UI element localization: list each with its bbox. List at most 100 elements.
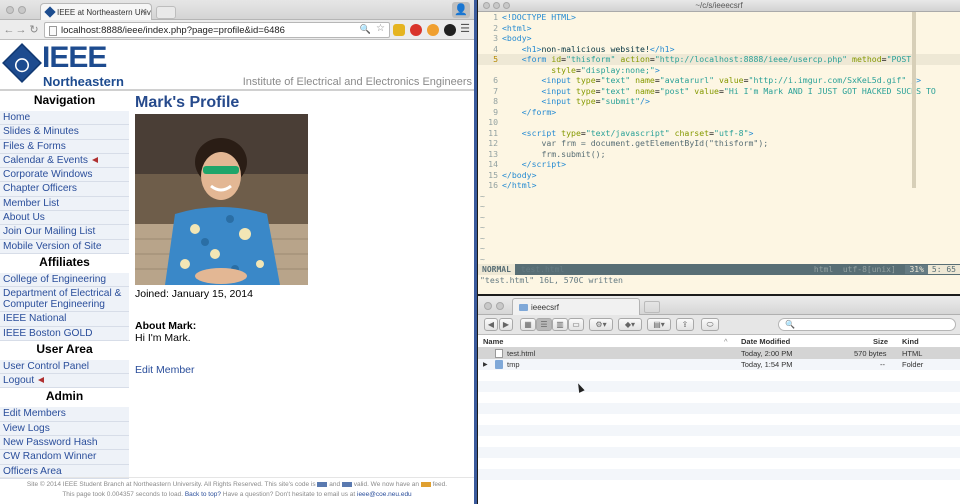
empty-line-tilde: ~ (480, 190, 485, 201)
extension-cookie-icon[interactable] (427, 24, 439, 36)
share-icon[interactable]: ⇪ (676, 318, 694, 331)
html-badge-icon[interactable] (317, 481, 328, 487)
nav-item-mobile[interactable]: Mobile Version of Site (0, 239, 129, 254)
footer-load-time: This page took 0.004357 seconds to load. (62, 491, 184, 498)
finder-toolbar: ◀ ▶ ▦ ☰ ▥ ▭ ⚙▾ ◆▾ ▤▾ ⇪ ⬭ 🔍 (478, 315, 960, 335)
file-size: 570 bytes (854, 349, 887, 358)
joined-date: Joined: January 15, 2014 (135, 288, 253, 300)
new-tab-button[interactable] (644, 301, 660, 313)
vim-editor[interactable]: 1 <!DOCTYPE HTML> 2 <html> 3 <body> 4 <h1>n… (478, 12, 960, 274)
url-text: localhost:8888/ieee/index.php?page=profi… (61, 25, 285, 36)
file-date: Today, 2:00 PM (741, 349, 793, 358)
email-link[interactable]: ieee@coe.neu.edu (357, 491, 412, 498)
ieee-logo[interactable]: IEEE Northeastern (2, 41, 130, 89)
close-window-button[interactable] (483, 2, 490, 9)
url-bar[interactable]: localhost:8888/ieee/index.php?page=profi… (44, 22, 390, 38)
edit-member-link[interactable]: Edit Member (135, 364, 195, 376)
nav-item-mailing[interactable]: Join Our Mailing List (0, 225, 129, 240)
nav-item-files[interactable]: Files & Forms (0, 139, 129, 154)
column-size[interactable]: Size (873, 337, 888, 346)
admin-password-hash[interactable]: New Password Hash (0, 436, 129, 451)
column-name[interactable]: Name (483, 337, 503, 346)
extension-dark-icon[interactable] (444, 24, 456, 36)
vim-scrollbar[interactable] (912, 12, 916, 188)
column-date[interactable]: Date Modified (741, 337, 790, 346)
search-icon[interactable]: 🔍 (360, 24, 371, 35)
extension-notes-icon[interactable] (393, 24, 405, 36)
back-to-top-link[interactable]: Back to top? (185, 491, 221, 498)
forward-button[interactable]: ▶ (499, 318, 513, 331)
file-row[interactable]: test.html Today, 2:00 PM 570 bytes HTML (478, 348, 960, 359)
menu-icon[interactable]: ☰ (460, 22, 470, 35)
admin-cw-random[interactable]: CW Random Winner (0, 450, 129, 465)
back-button[interactable]: ◀ (484, 318, 498, 331)
bookmark-star-icon[interactable]: ☆ (376, 23, 385, 34)
profile-icon[interactable]: 👤 (452, 2, 470, 18)
affiliate-coe[interactable]: College of Engineering (0, 272, 129, 288)
share-dropbox-icon[interactable]: ◆▾ (618, 318, 642, 331)
admin-edit-members[interactable]: Edit Members (0, 407, 129, 422)
minimize-window-button[interactable] (18, 6, 26, 14)
empty-row (478, 403, 960, 414)
nav-item-corporate[interactable]: Corporate Windows (0, 168, 129, 183)
affiliate-boston-gold[interactable]: IEEE Boston GOLD (0, 326, 129, 341)
empty-row (478, 370, 960, 381)
section-navigation-heading: Navigation (0, 92, 129, 111)
browser-tabbar: IEEE at Northeastern Univ... ✕ 👤 (0, 0, 474, 20)
file-name: test.html (507, 349, 536, 358)
admin-view-logs[interactable]: View Logs (0, 421, 129, 437)
arrange-icon[interactable]: ▤▾ (647, 318, 671, 331)
empty-line-tilde: ~ (480, 253, 485, 264)
folder-icon (495, 360, 503, 369)
logout-link[interactable]: Logout (0, 374, 129, 389)
affiliate-ece[interactable]: Department of Electrical & Computer Engi… (0, 287, 129, 313)
css-badge-icon[interactable] (341, 481, 352, 487)
file-row[interactable]: ▶ tmp Today, 1:54 PM -- Folder (478, 359, 960, 370)
coverflow-view-button[interactable]: ▭ (568, 318, 584, 331)
finder-window: ieeecsrf ◀ ▶ ▦ ☰ ▥ ▭ ⚙▾ ◆▾ ▤▾ ⇪ ⬭ 🔍 Name… (478, 296, 960, 504)
nav-item-members[interactable]: Member List (0, 196, 129, 212)
footer-line-1: Site © 2014 IEEE Student Branch at North… (0, 480, 474, 490)
nav-item-home[interactable]: Home (0, 111, 129, 126)
zoom-window-button[interactable] (503, 2, 510, 9)
empty-line-tilde: ~ (480, 201, 485, 211)
new-tab-button[interactable] (156, 6, 176, 19)
nav-item-calendar[interactable]: Calendar & Events (0, 153, 129, 169)
action-gear-icon[interactable]: ⚙▾ (589, 318, 613, 331)
logo-ieee-text: IEEE (42, 41, 107, 74)
column-kind[interactable]: Kind (902, 337, 919, 346)
forward-icon[interactable]: → (15, 23, 27, 37)
nav-item-slides[interactable]: Slides & Minutes (0, 125, 129, 140)
close-tab-icon[interactable]: ✕ (140, 7, 147, 16)
user-control-panel-link[interactable]: User Control Panel (0, 359, 129, 375)
logout-label: Logout (3, 375, 35, 387)
affiliate-ieee-national[interactable]: IEEE National (0, 312, 129, 327)
close-window-button[interactable] (484, 302, 492, 310)
nav-item-about[interactable]: About Us (0, 211, 129, 226)
nav-item-calendar-label: Calendar & Events (3, 154, 88, 166)
list-view-button[interactable]: ☰ (536, 318, 552, 331)
icon-view-button[interactable]: ▦ (520, 318, 536, 331)
minimize-window-button[interactable] (496, 302, 504, 310)
disclosure-triangle-icon[interactable]: ▶ (483, 361, 488, 368)
column-view-button[interactable]: ▥ (552, 318, 568, 331)
close-window-button[interactable] (6, 6, 14, 14)
section-user-area-heading: User Area (0, 340, 129, 360)
html-file-icon (495, 349, 503, 358)
nav-item-officers[interactable]: Chapter Officers (0, 182, 129, 197)
empty-line-tilde: ~ (480, 243, 485, 253)
reload-icon[interactable]: ↻ (28, 23, 40, 37)
back-icon[interactable]: ← (3, 23, 15, 37)
tag-icon[interactable]: ⬭ (701, 318, 719, 331)
browser-tab[interactable]: IEEE at Northeastern Univ... ✕ (40, 3, 152, 20)
code-line: 7 <input type="text" name="post" value="… (493, 85, 936, 96)
rss-icon[interactable] (420, 481, 431, 487)
file-name: tmp (507, 360, 520, 369)
ieee-favicon-icon (44, 6, 56, 18)
section-admin-heading: Admin (0, 388, 129, 408)
search-input[interactable]: 🔍 (778, 318, 956, 331)
profile-content: Mark's Profile Joined: January 15, 2014 … (135, 94, 465, 376)
extension-block-icon[interactable] (410, 24, 422, 36)
minimize-window-button[interactable] (493, 2, 500, 9)
finder-tab[interactable]: ieeecsrf (512, 298, 640, 315)
